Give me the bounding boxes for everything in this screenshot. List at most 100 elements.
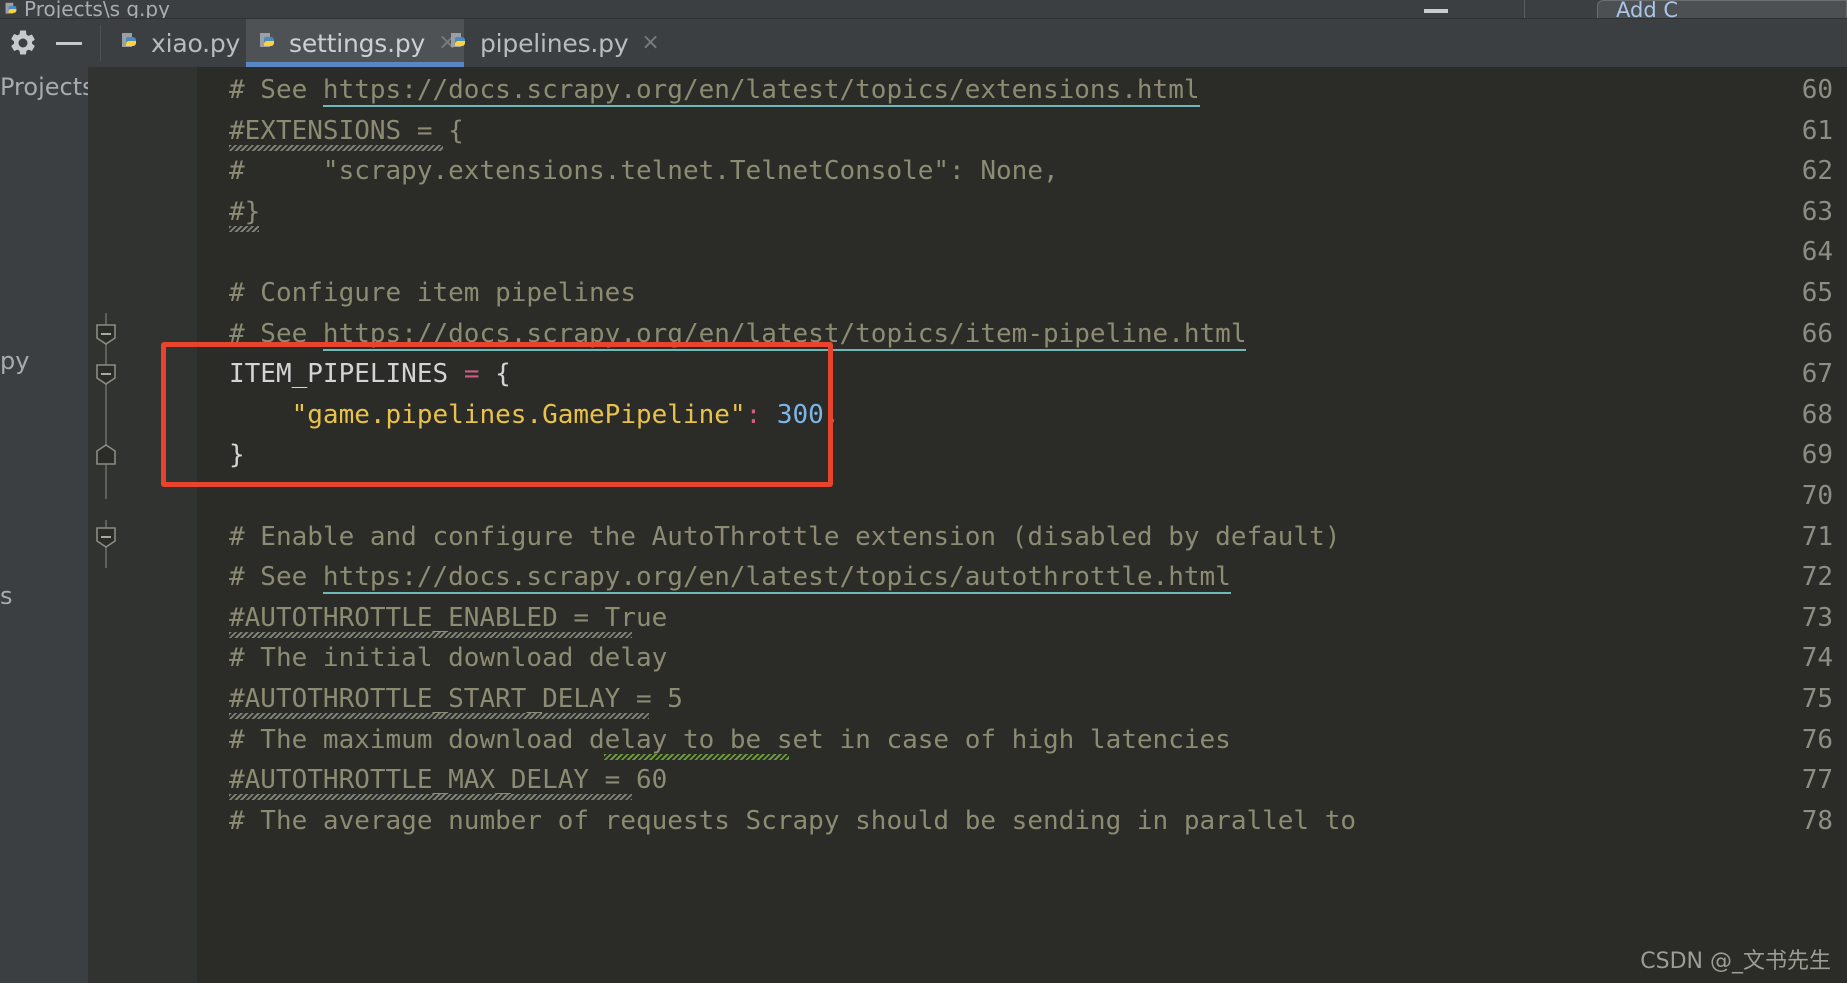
python-file-icon xyxy=(122,33,136,47)
line-number: 60 xyxy=(1801,75,1833,105)
line-number: 68 xyxy=(1801,399,1833,430)
line-number: 67 xyxy=(1801,359,1833,390)
code-token-cmt: # Configure item pipelines xyxy=(229,278,636,308)
gear-icon xyxy=(11,30,35,55)
line-number: 64 xyxy=(1801,237,1833,268)
code-token-cmt: # Enable and configure the AutoThrottle … xyxy=(229,521,1341,552)
minimize-icon xyxy=(56,41,82,45)
code-line[interactable]: #AUTOTHROTTLE_MAX_DELAY = 60 xyxy=(229,767,667,793)
code-line[interactable]: # The average number of requests Scrapy … xyxy=(229,808,1356,834)
toolbar-tabs-separator xyxy=(100,25,101,61)
window-top-strip: Projects\s g.py Add C xyxy=(0,0,1847,20)
code-line[interactable]: # The initial download delay xyxy=(229,645,667,671)
inspection-squiggle xyxy=(229,144,443,151)
add-configuration-button[interactable]: Add C xyxy=(1597,0,1847,20)
code-line[interactable]: #} xyxy=(229,199,260,225)
line-number: 62 xyxy=(1801,156,1833,187)
inspection-squiggle xyxy=(229,794,632,801)
python-file-icon xyxy=(260,33,274,47)
code-token-cmt: #} xyxy=(229,196,261,227)
tab-label: pipelines.py xyxy=(480,28,629,58)
code-token-str: "game.pipelines.GamePipeline" xyxy=(229,399,746,430)
code-token-op: = xyxy=(463,359,480,390)
code-line[interactable]: ITEM_PIPELINES = { xyxy=(229,361,511,387)
inspection-squiggle xyxy=(604,753,789,760)
code-token-punc xyxy=(761,400,777,430)
inspection-squiggle xyxy=(229,713,649,719)
code-token-cmt: #AUTOTHROTTLE_START_DELAY = 5 xyxy=(229,684,683,714)
code-line[interactable]: #AUTOTHROTTLE_ENABLED = True xyxy=(229,605,667,631)
line-number: 78 xyxy=(1801,805,1833,836)
code-token-cmt: # The initial download delay xyxy=(229,643,668,674)
code-token-punc: { xyxy=(479,359,511,390)
code-line[interactable]: #AUTOTHROTTLE_START_DELAY = 5 xyxy=(229,686,683,712)
tab-label: settings.py xyxy=(289,28,426,58)
tab-pipelines-py[interactable]: pipelines.py × xyxy=(437,19,667,67)
python-file-icon xyxy=(5,2,17,14)
code-editor[interactable]: 60 61 62 63 64 65 66 67 68 69 70 71 72 73 74 75 76 77 78 #… xyxy=(89,67,1847,983)
code-token-cmt: # See xyxy=(229,318,323,349)
sidebar-fragment-py: py xyxy=(0,347,30,375)
code-token-op: : xyxy=(745,399,762,430)
code-line[interactable]: } xyxy=(229,442,245,468)
code-line[interactable]: # The maximum download delay to be set i… xyxy=(229,727,1231,753)
editor-tab-bar: xiao.py × settings.py × pipelines.py × xyxy=(0,19,1847,67)
code-token-cmt: # See xyxy=(229,562,323,593)
tab-label: xiao.py xyxy=(151,28,241,58)
settings-button[interactable] xyxy=(0,19,46,67)
tab-close-icon[interactable]: × xyxy=(641,32,659,54)
minimize-tool-window-button[interactable] xyxy=(46,19,92,67)
fold-collapse-icon[interactable] xyxy=(95,526,117,548)
line-number: 76 xyxy=(1801,724,1833,755)
line-number: 70 xyxy=(1801,481,1833,511)
line-number: 75 xyxy=(1801,684,1833,714)
code-line[interactable]: # Configure item pipelines xyxy=(229,280,636,306)
code-token-cmt: # "scrapy.extensions.telnet.TelnetConsol… xyxy=(229,156,1059,187)
code-token-cmt: #AUTOTHROTTLE_MAX_DELAY = 60 xyxy=(229,765,668,796)
code-line[interactable]: #EXTENSIONS = { xyxy=(229,118,464,144)
ghost-tab-fragment: Projects\s g.py xyxy=(0,0,200,18)
line-number: 66 xyxy=(1801,318,1833,349)
line-number: 65 xyxy=(1801,278,1833,308)
code-line[interactable]: # Enable and configure the AutoThrottle … xyxy=(229,524,1340,550)
line-number: 63 xyxy=(1801,196,1833,227)
line-number: 61 xyxy=(1801,115,1833,146)
sidebar-fragment-projects: Projects\s xyxy=(0,73,89,101)
code-token-url: https://docs.scrapy.org/en/latest/topics… xyxy=(322,318,1247,351)
code-line[interactable]: # "scrapy.extensions.telnet.TelnetConsol… xyxy=(229,158,1059,184)
sidebar-fragment-s: s xyxy=(0,582,13,610)
window-minimize-button-top[interactable] xyxy=(1415,0,1457,14)
code-token-cmt: # See xyxy=(229,75,323,105)
code-line[interactable]: # See https://docs.scrapy.org/en/latest/… xyxy=(229,318,1247,351)
toolbar-separator xyxy=(1524,0,1525,18)
code-token-cmt: #AUTOTHROTTLE_ENABLED = True xyxy=(229,602,668,633)
code-token-num: 300 xyxy=(776,399,824,430)
inspection-squiggle xyxy=(229,225,259,232)
fold-end-icon[interactable] xyxy=(95,444,117,466)
line-number: 71 xyxy=(1801,521,1833,552)
code-token-cmt: # The average number of requests Scrapy … xyxy=(229,805,1357,836)
code-line[interactable]: "game.pipelines.GamePipeline": 300, xyxy=(229,402,840,428)
inspection-squiggle xyxy=(229,631,632,638)
code-token-cmt: #EXTENSIONS = { xyxy=(229,115,464,146)
code-line[interactable]: # See https://docs.scrapy.org/en/latest/… xyxy=(229,562,1231,595)
fold-collapse-icon[interactable] xyxy=(95,323,117,345)
fold-collapse-icon[interactable] xyxy=(95,363,117,386)
code-token-cmt: # The maximum download delay to be set i… xyxy=(229,724,1231,755)
pycharm-window: Projects\s g.py Add C xiao.py × xyxy=(0,0,1847,983)
line-number: 74 xyxy=(1801,643,1833,674)
code-token-url: https://docs.scrapy.org/en/latest/topics… xyxy=(322,75,1200,107)
code-line[interactable]: # See https://docs.scrapy.org/en/latest/… xyxy=(229,75,1200,107)
project-sidebar[interactable]: Projects\s py s xyxy=(0,67,89,983)
code-token-punc: } xyxy=(229,440,245,471)
ghost-tab-label: Projects\s g.py xyxy=(24,0,170,18)
csdn-watermark: CSDN @_文书先生 xyxy=(1640,949,1831,974)
tab-settings-py[interactable]: settings.py × xyxy=(246,19,465,67)
line-number: 72 xyxy=(1801,562,1833,593)
code-folding-rail[interactable] xyxy=(197,67,229,983)
code-token-punc: , xyxy=(823,399,840,430)
python-file-icon xyxy=(451,33,465,47)
code-token-kw: ITEM_PIPELINES xyxy=(229,359,464,390)
code-token-url: https://docs.scrapy.org/en/latest/topics… xyxy=(322,562,1231,595)
line-number: 69 xyxy=(1801,440,1833,471)
